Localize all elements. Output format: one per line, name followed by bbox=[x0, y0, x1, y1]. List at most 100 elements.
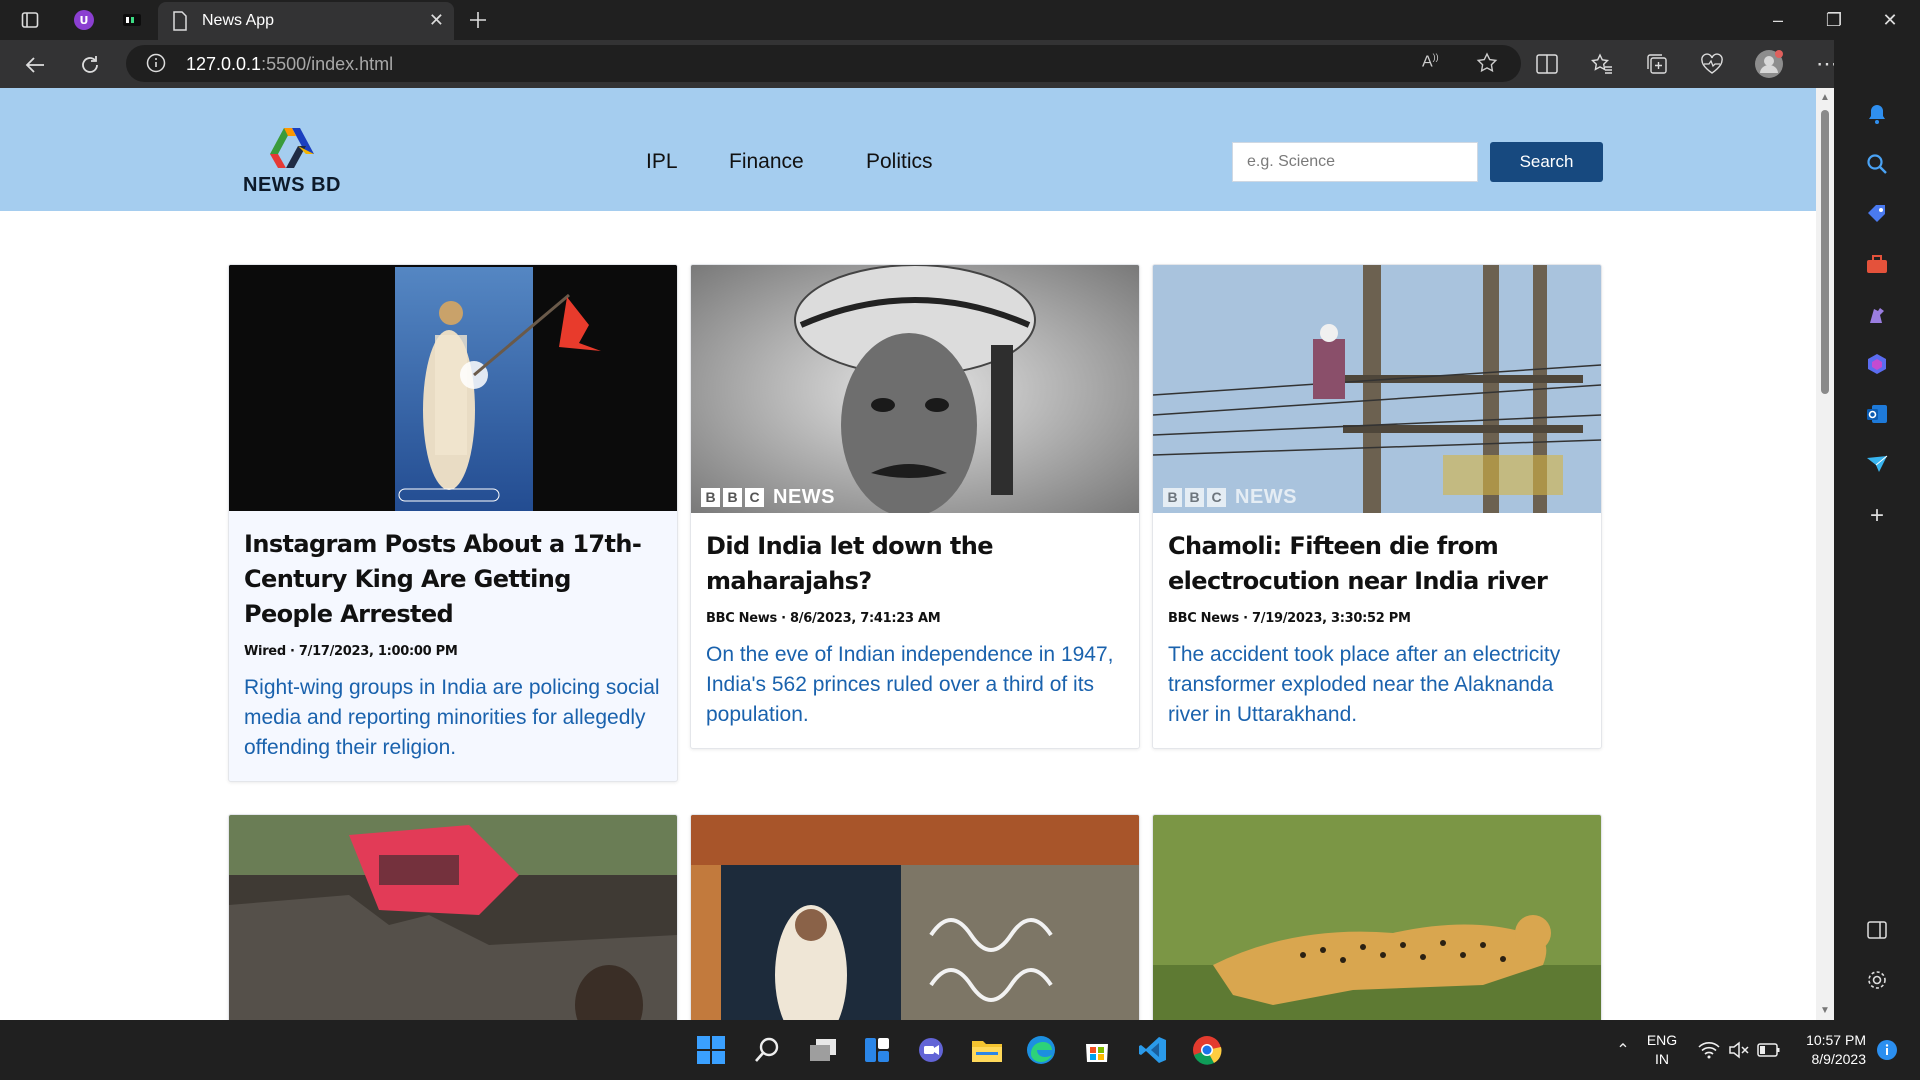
article-description: Right-wing groups in India are policing … bbox=[244, 676, 660, 759]
file-explorer-icon[interactable] bbox=[970, 1033, 1004, 1067]
start-windows-icon[interactable] bbox=[694, 1033, 728, 1067]
clock-date: 8/9/2023 bbox=[1811, 1051, 1867, 1067]
add-sidebar-app-icon[interactable]: + bbox=[1863, 502, 1891, 530]
close-tab-icon[interactable]: ✕ bbox=[429, 10, 444, 31]
wifi-icon[interactable] bbox=[1692, 1033, 1726, 1067]
logo-text: NEWS BD bbox=[243, 174, 341, 196]
pinned-tab-icon[interactable]: U bbox=[72, 8, 96, 32]
favorites-icon[interactable] bbox=[1587, 49, 1617, 79]
url-text: 127.0.0.1:5500/index.html bbox=[186, 54, 393, 75]
minimize-icon[interactable]: – bbox=[1758, 6, 1798, 34]
volume-muted-icon[interactable] bbox=[1722, 1033, 1756, 1067]
news-card[interactable] bbox=[1152, 814, 1602, 1020]
bbc-news-watermark: B B C NEWS bbox=[1163, 486, 1297, 509]
news-card[interactable] bbox=[228, 814, 678, 1020]
bbc-news-watermark: B B C NEWS bbox=[701, 486, 835, 509]
article-title[interactable]: Instagram Posts About a 17th-Century Kin… bbox=[244, 527, 662, 632]
search-button[interactable]: Search bbox=[1490, 142, 1603, 182]
scroll-thumb[interactable] bbox=[1821, 110, 1829, 394]
notification-bell-icon[interactable] bbox=[1863, 100, 1891, 128]
clock-time: 10:57 PM bbox=[1806, 1032, 1866, 1048]
news-card[interactable]: Instagram Posts About a 17th-Century Kin… bbox=[228, 264, 678, 782]
article-meta: BBC News · 8/6/2023, 7:41:23 AM bbox=[706, 611, 941, 626]
microsoft-store-icon[interactable] bbox=[1080, 1033, 1114, 1067]
news-card[interactable]: B B C NEWS Did India let down the mahara… bbox=[690, 264, 1140, 749]
news-image-instagram bbox=[229, 265, 677, 511]
svg-text:U: U bbox=[80, 14, 89, 27]
new-tab-icon[interactable] bbox=[466, 8, 490, 32]
article-description: On the eve of Indian independence in 194… bbox=[706, 643, 1114, 726]
shopping-tag-icon[interactable] bbox=[1863, 200, 1891, 228]
bbc-news-label: NEWS bbox=[773, 486, 835, 508]
bbc-letter: B bbox=[1185, 488, 1204, 507]
news-card[interactable]: B B C NEWS Chamoli: Fifteen die from ele… bbox=[1152, 264, 1602, 749]
microsoft-365-icon[interactable] bbox=[1863, 350, 1891, 378]
tab-actions-icon[interactable] bbox=[18, 8, 42, 32]
edge-browser-icon[interactable] bbox=[1024, 1033, 1058, 1067]
page-scrollbar[interactable]: ▲ ▼ bbox=[1816, 88, 1834, 1020]
language-indicator[interactable]: ENG IN bbox=[1644, 1031, 1680, 1069]
split-screen-icon[interactable] bbox=[1532, 49, 1562, 79]
scroll-up-icon[interactable]: ▲ bbox=[1820, 92, 1830, 103]
widgets-icon[interactable] bbox=[860, 1033, 894, 1067]
notification-badge-icon[interactable] bbox=[1870, 1033, 1904, 1067]
article-meta: Wired · 7/17/2023, 1:00:00 PM bbox=[244, 644, 458, 659]
search-input[interactable] bbox=[1232, 142, 1478, 182]
article-title[interactable]: Chamoli: Fifteen die from electrocution … bbox=[1168, 529, 1586, 599]
nav-link-politics[interactable]: Politics bbox=[866, 150, 933, 174]
card-body: Chamoli: Fifteen die from electrocution … bbox=[1153, 513, 1601, 748]
task-view-icon[interactable] bbox=[806, 1033, 840, 1067]
read-aloud-icon[interactable]: A)) bbox=[1422, 52, 1439, 71]
close-window-icon[interactable]: ✕ bbox=[1870, 6, 1910, 34]
card-body: Instagram Posts About a 17th-Century Kin… bbox=[229, 511, 677, 781]
nav-link-ipl[interactable]: IPL bbox=[646, 150, 678, 174]
tab-title: News App bbox=[202, 12, 275, 29]
teams-chat-icon[interactable] bbox=[914, 1033, 948, 1067]
bbc-letter: B bbox=[701, 488, 720, 507]
news-image-village-door bbox=[691, 815, 1139, 1020]
profile-avatar[interactable] bbox=[1754, 49, 1784, 79]
language-code: ENG bbox=[1646, 1032, 1678, 1048]
browser-essentials-icon[interactable] bbox=[1697, 49, 1727, 79]
favorite-star-icon[interactable] bbox=[1476, 52, 1498, 79]
site-logo[interactable]: NEWS BD bbox=[232, 124, 352, 198]
nav-link-finance[interactable]: Finance bbox=[729, 150, 804, 174]
region-code: IN bbox=[1655, 1051, 1669, 1067]
show-hidden-icons-icon[interactable]: ⌃ bbox=[1606, 1033, 1640, 1067]
restore-icon[interactable]: ❐ bbox=[1814, 6, 1854, 34]
browser-tab-bar: U News App ✕ – ❐ ✕ bbox=[0, 0, 1920, 40]
drop-icon[interactable] bbox=[1863, 450, 1891, 478]
settings-gear-icon[interactable] bbox=[1863, 966, 1891, 994]
search-icon[interactable] bbox=[1863, 150, 1891, 178]
site-navbar: NEWS BD IPL Finance Politics Search bbox=[0, 88, 1834, 211]
hide-sidebar-icon[interactable] bbox=[1863, 916, 1891, 944]
article-title[interactable]: Did India let down the maharajahs? bbox=[706, 529, 1124, 599]
news-image-maharaja: B B C NEWS bbox=[691, 265, 1139, 513]
card-body: Did India let down the maharajahs? BBC N… bbox=[691, 513, 1139, 748]
news-image-cheetah bbox=[1153, 815, 1601, 1020]
pinned-tab-icon-2[interactable] bbox=[120, 8, 144, 32]
tab-news-app[interactable]: News App ✕ bbox=[158, 2, 454, 40]
outlook-icon[interactable] bbox=[1863, 400, 1891, 428]
refresh-icon[interactable] bbox=[75, 50, 105, 80]
collections-icon[interactable] bbox=[1642, 49, 1672, 79]
news-card[interactable] bbox=[690, 814, 1140, 1020]
chrome-icon[interactable] bbox=[1190, 1033, 1224, 1067]
page-icon bbox=[172, 11, 188, 36]
back-icon[interactable] bbox=[20, 50, 50, 80]
tools-icon[interactable] bbox=[1863, 250, 1891, 278]
news-image-car-cliff bbox=[229, 815, 677, 1020]
info-icon[interactable] bbox=[146, 53, 166, 78]
url-field[interactable]: 127.0.0.1:5500/index.html A)) bbox=[126, 45, 1521, 82]
bbc-letter: B bbox=[1163, 488, 1182, 507]
battery-icon[interactable] bbox=[1752, 1033, 1786, 1067]
clock[interactable]: 10:57 PM 8/9/2023 bbox=[1792, 1031, 1866, 1069]
address-bar-row: 127.0.0.1:5500/index.html A)) ⋯ bbox=[0, 40, 1920, 88]
bbc-letter: C bbox=[1207, 488, 1226, 507]
vscode-icon[interactable] bbox=[1136, 1033, 1170, 1067]
scroll-down-icon[interactable]: ▼ bbox=[1820, 1005, 1830, 1016]
games-icon[interactable] bbox=[1863, 300, 1891, 328]
taskbar-search-icon[interactable] bbox=[750, 1033, 784, 1067]
news-image-electric-pole: B B C NEWS bbox=[1153, 265, 1601, 513]
bbc-letter: C bbox=[745, 488, 764, 507]
